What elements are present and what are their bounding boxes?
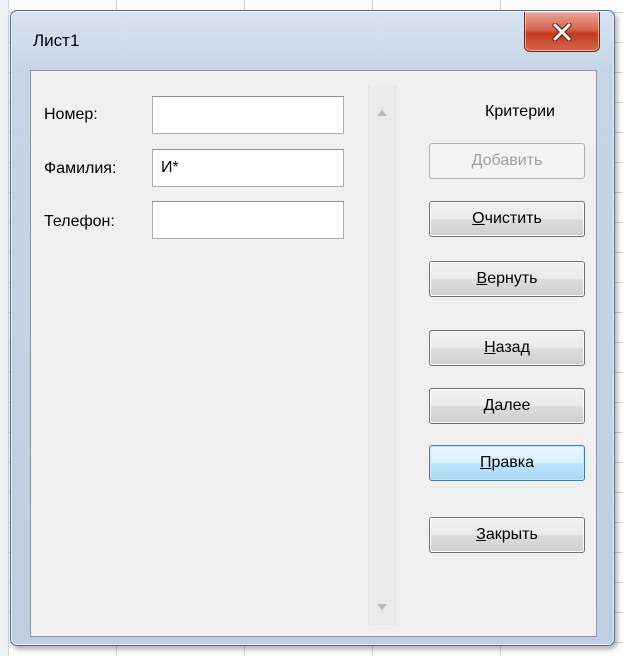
field-label-number: Номер: xyxy=(44,106,98,123)
dialog-client-area: Номер: Фамилия: Телефон: Критерии Добави… xyxy=(30,70,597,637)
close-x-icon xyxy=(552,22,572,41)
edit-button-label: равка xyxy=(491,454,535,471)
surname-field[interactable] xyxy=(152,149,344,187)
field-label-surname: Фамилия: xyxy=(44,160,117,177)
scroll-up-arrow-icon[interactable] xyxy=(369,103,395,123)
criteria-label: Критерии xyxy=(485,103,555,120)
next-button-accel: Д xyxy=(483,397,495,414)
title-bar[interactable]: Лист1 xyxy=(11,11,614,63)
close-button-accel: З xyxy=(476,526,486,543)
back-button-label: азад xyxy=(495,339,530,356)
restore-button-accel: В xyxy=(476,270,488,287)
window-title: Лист1 xyxy=(33,31,80,50)
phone-field[interactable] xyxy=(152,201,344,239)
scroll-down-arrow-icon[interactable] xyxy=(369,597,395,617)
close-button[interactable]: Закрыть xyxy=(429,517,585,553)
back-button-accel: Н xyxy=(484,339,496,356)
number-field[interactable] xyxy=(152,96,344,134)
edit-button[interactable]: Правка xyxy=(429,445,585,481)
record-scrollbar[interactable] xyxy=(368,85,396,625)
spreadsheet-row-header-strip xyxy=(0,0,9,656)
clear-button[interactable]: Очистить xyxy=(429,201,585,237)
data-form-dialog: Лист1 Номер: Фамилия: Телефон: Критерии … xyxy=(10,10,615,646)
close-button-label: акрыть xyxy=(485,526,538,543)
add-button-label: Добавить xyxy=(471,152,543,169)
restore-button[interactable]: Вернуть xyxy=(429,261,585,297)
add-button[interactable]: Добавить xyxy=(429,143,585,179)
edit-button-accel: П xyxy=(479,454,492,471)
back-button[interactable]: Назад xyxy=(429,330,585,366)
field-label-phone: Телефон: xyxy=(44,213,115,230)
next-button[interactable]: Далее xyxy=(429,388,585,424)
clear-button-accel: О xyxy=(472,210,485,227)
close-window-button[interactable] xyxy=(524,12,600,52)
clear-button-label: чистить xyxy=(484,210,542,227)
next-button-label: алее xyxy=(494,397,531,414)
restore-button-label: ернуть xyxy=(487,270,538,287)
